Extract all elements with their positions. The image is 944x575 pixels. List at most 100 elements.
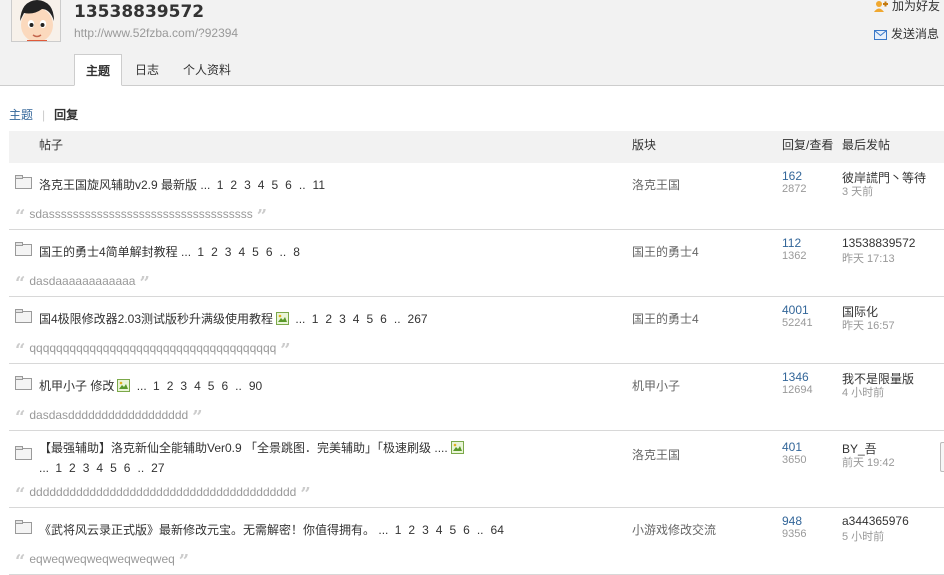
page-link[interactable]: 3 [83, 461, 90, 475]
reply-quote: “sdassssssssssssssssssssssssssssssssss” [15, 206, 267, 227]
forum-link[interactable]: 国王的勇士4 [632, 243, 699, 260]
page-link[interactable]: 267 [408, 312, 428, 326]
last-post-time[interactable]: 昨天 17:13 [842, 250, 895, 266]
quote-open-icon: “ [15, 407, 26, 428]
subnav-topics-link[interactable]: 主题 [9, 106, 33, 123]
page-link[interactable]: 2 [325, 312, 332, 326]
forum-link[interactable]: 小游戏修改交流 [632, 521, 716, 538]
subnav-replies-link[interactable]: 回复 [54, 106, 78, 123]
page-link[interactable]: .. [394, 312, 401, 326]
quote-close-icon: ” [192, 407, 203, 428]
page-link[interactable]: 3 [339, 312, 346, 326]
reply-quote: “dasdasdddddddddddddddddd” [15, 407, 203, 428]
page-link[interactable]: 3 [225, 245, 232, 259]
avatar[interactable] [11, 0, 61, 42]
avatar-cartoon-icon [12, 0, 60, 41]
last-post-time[interactable]: 5 小时前 [842, 528, 884, 544]
page-link[interactable]: 6 [285, 178, 292, 192]
last-post-time[interactable]: 3 天前 [842, 183, 873, 199]
page-link[interactable]: 2 [230, 178, 237, 192]
page-link[interactable]: 6 [124, 461, 131, 475]
quote-open-icon: “ [15, 273, 26, 294]
page-link[interactable]: .. [299, 178, 306, 192]
last-post-time[interactable]: 4 小时前 [842, 384, 884, 400]
quote-close-icon: ” [139, 273, 150, 294]
page-link[interactable]: 5 [366, 312, 373, 326]
last-post-time[interactable]: 昨天 16:57 [842, 317, 895, 333]
reply-count[interactable]: 162 [782, 169, 802, 183]
thread-icon [15, 446, 32, 460]
scroll-handle[interactable] [940, 442, 944, 472]
quote-close-icon: ” [256, 206, 268, 227]
page-link[interactable]: 4 [238, 245, 245, 259]
page-link[interactable]: 1 [197, 245, 204, 259]
page-link[interactable]: 8 [293, 245, 300, 259]
reply-count[interactable]: 4001 [782, 303, 809, 317]
page-link[interactable]: 4 [436, 523, 443, 537]
forum-link[interactable]: 机甲小子 [632, 377, 680, 394]
forum-link[interactable]: 洛克王国 [632, 176, 680, 193]
page-link[interactable]: 3 [244, 178, 251, 192]
reply-count[interactable]: 1346 [782, 370, 809, 384]
page-link[interactable]: 11 [313, 178, 325, 192]
tab-topics[interactable]: 主题 [74, 54, 123, 86]
page-link[interactable]: 3 [180, 379, 187, 393]
page-link[interactable]: 90 [249, 379, 262, 393]
page-link[interactable]: 4 [258, 178, 265, 192]
page-link[interactable]: 2 [408, 523, 415, 537]
col-last-post-header: 最后发帖 [842, 138, 891, 152]
page-link[interactable]: 6 [221, 379, 228, 393]
thread-title-link[interactable]: 国4极限修改器2.03测试版秒升满级使用教程 [39, 312, 273, 326]
last-post-time[interactable]: 前天 19:42 [842, 454, 895, 470]
page-link[interactable]: .. [137, 461, 144, 475]
thread-title-link[interactable]: 洛克王国旋风辅助v2.9 最新版 [39, 178, 197, 192]
page-link[interactable]: 6 [266, 245, 273, 259]
page-link[interactable]: 5 [252, 245, 259, 259]
page-link[interactable]: 2 [167, 379, 174, 393]
page-link[interactable]: .. [477, 523, 484, 537]
page-link[interactable]: 1 [312, 312, 319, 326]
page-link[interactable]: 1 [217, 178, 224, 192]
page-link[interactable]: 1 [153, 379, 160, 393]
quote-close-icon: ” [300, 484, 311, 505]
page-link[interactable]: .. [235, 379, 242, 393]
thread-icon [15, 309, 32, 323]
page-link[interactable]: 5 [271, 178, 278, 192]
page-link[interactable]: 6 [463, 523, 470, 537]
page-link[interactable]: 3 [422, 523, 429, 537]
thread-title-link[interactable]: 机甲小子 修改 [39, 379, 114, 393]
forum-link[interactable]: 国王的勇士4 [632, 310, 699, 327]
add-friend-button[interactable]: 加为好友 [874, 0, 940, 14]
thread-icon [15, 376, 32, 390]
send-message-button[interactable]: 发送消息 [874, 25, 939, 42]
ellipsis: ... [136, 379, 147, 393]
page-link[interactable]: 5 [449, 523, 456, 537]
reply-count[interactable]: 112 [782, 236, 801, 250]
page-link[interactable]: 5 [110, 461, 117, 475]
table-row: 洛克王国旋风辅助v2.9 最新版 ... 1 2 3 4 5 6.. 11 洛克王国 162… [9, 164, 944, 230]
page-link[interactable]: 6 [380, 312, 387, 326]
page-link[interactable]: 5 [208, 379, 215, 393]
page-link[interactable]: 4 [194, 379, 201, 393]
reply-count[interactable]: 401 [782, 440, 802, 454]
thread-title-link[interactable]: 【最强辅助】洛克新仙全能辅助Ver0.9 「全景跳图．完美辅助」「极速刷级 ..… [39, 441, 448, 455]
last-post-user[interactable]: 13538839572 [842, 236, 915, 250]
profile-url[interactable]: http://www.52fzba.com/?92394 [74, 26, 238, 40]
thread-title-link[interactable]: 国王的勇士4简单解封教程 [39, 245, 178, 259]
thread-title-link[interactable]: 《武将风云录正式版》最新修改元宝。无需解密！你值得拥有。 [39, 523, 375, 537]
page-link[interactable]: 1 [395, 523, 402, 537]
page-link[interactable]: .. [280, 245, 287, 259]
page-link[interactable]: 4 [96, 461, 103, 475]
last-post-user[interactable]: a344365976 [842, 514, 909, 528]
page-link[interactable]: 27 [151, 461, 164, 475]
page-link[interactable]: 1 [55, 461, 62, 475]
page-link[interactable]: 4 [353, 312, 360, 326]
tab-blog[interactable]: 日志 [124, 54, 170, 86]
thread-title-block: 国王的勇士4简单解封教程 ... 1 2 3 4 5 6.. 8 [39, 243, 307, 260]
reply-count[interactable]: 948 [782, 514, 802, 528]
page-link[interactable]: 2 [211, 245, 218, 259]
page-link[interactable]: 64 [491, 523, 504, 537]
forum-link[interactable]: 洛克王国 [632, 446, 680, 463]
page-link[interactable]: 2 [69, 461, 76, 475]
tab-profile[interactable]: 个人资料 [172, 54, 242, 86]
